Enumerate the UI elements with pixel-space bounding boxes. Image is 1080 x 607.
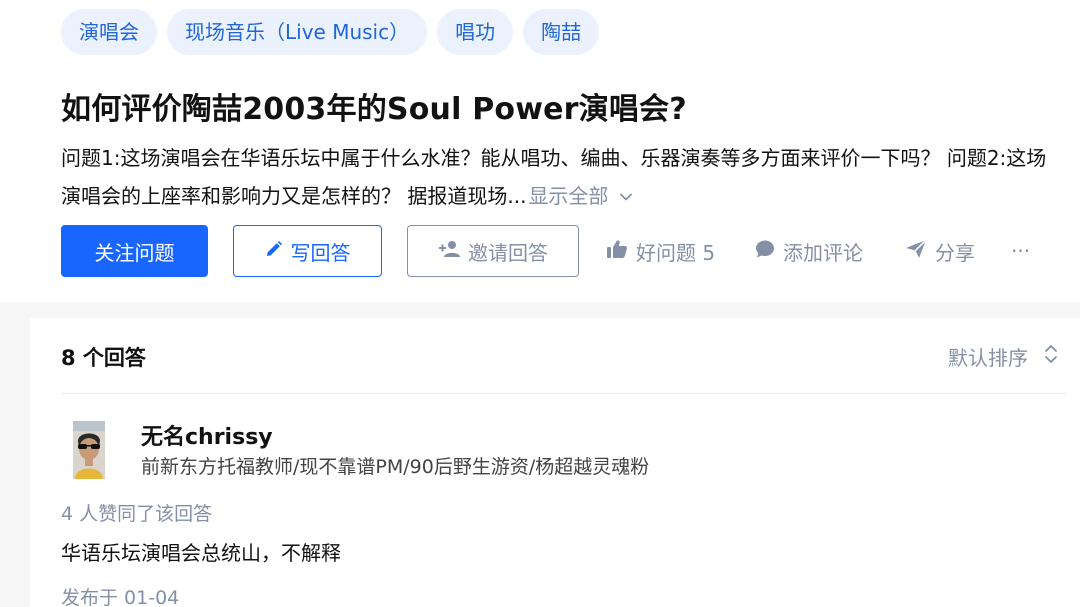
add-comment-label: 添加评论 [783, 240, 863, 265]
pencil-icon [265, 239, 283, 263]
chevron-down-icon [618, 179, 634, 217]
comment-icon [755, 239, 775, 264]
invite-answer-button[interactable]: 邀请回答 [407, 225, 579, 277]
write-answer-label: 写回答 [290, 240, 351, 265]
add-user-icon [438, 239, 460, 263]
topic-tag-live-music[interactable]: 现场音乐（Live Music） [167, 9, 428, 55]
sort-selector[interactable]: 默认排序 [948, 342, 1058, 371]
share-icon [905, 238, 927, 264]
show-all-button[interactable]: 显示全部 [528, 184, 634, 208]
publish-date[interactable]: 发布于 01-04 [61, 583, 179, 607]
show-all-label: 显示全部 [528, 184, 609, 208]
follow-question-button[interactable]: 关注问题 [61, 225, 208, 277]
more-dots-icon: ··· [1011, 239, 1031, 263]
share-button[interactable]: 分享 [905, 225, 975, 277]
topic-tags: 演唱会 现场音乐（Live Music） 唱功 陶喆 [61, 9, 600, 55]
question-actions: 关注问题 写回答 邀请回答 好问题 5 添加评论 分享 ··· [61, 225, 1061, 277]
good-question-label: 好问题 5 [636, 240, 716, 265]
more-options-button[interactable]: ··· [1011, 225, 1030, 277]
sort-arrows-icon [1044, 343, 1058, 370]
follow-question-label: 关注问题 [94, 240, 175, 265]
topic-tag-david-tao[interactable]: 陶喆 [523, 9, 600, 55]
question-detail: 问题1:这场演唱会在华语乐坛中属于什么水准？能从唱功、编曲、乐器演奏等多方面来评… [61, 139, 1051, 217]
sort-label: 默认排序 [948, 346, 1028, 370]
author-name[interactable]: 无名chrissy [141, 419, 273, 451]
question-title[interactable]: 如何评价陶喆2003年的Soul Power演唱会? [61, 84, 687, 128]
add-comment-button[interactable]: 添加评论 [755, 225, 863, 277]
avatar[interactable] [73, 421, 105, 479]
answer-content[interactable]: 华语乐坛演唱会总统山，不解释 [61, 537, 341, 566]
divider [61, 393, 1066, 394]
topic-tag-concert[interactable]: 演唱会 [61, 9, 157, 55]
author-bio: 前新东方托福教师/现不靠谱PM/90后野生游资/杨超越灵魂粉 [141, 456, 650, 478]
thumbs-up-icon [606, 239, 628, 264]
share-label: 分享 [935, 240, 975, 265]
topic-tag-vocals[interactable]: 唱功 [437, 9, 514, 55]
write-answer-button[interactable]: 写回答 [233, 225, 382, 277]
vote-count: 4 人赞同了该回答 [61, 503, 213, 525]
invite-answer-label: 邀请回答 [468, 240, 548, 265]
answers-list: 8 个回答 默认排序 无名chrissy 前新东方托福教师/现不靠谱PM/90后… [30, 318, 1080, 607]
good-question-button[interactable]: 好问题 5 [606, 225, 715, 277]
answer-count: 8 个回答 [61, 346, 146, 370]
question-header: 演唱会 现场音乐（Live Music） 唱功 陶喆 如何评价陶喆2003年的S… [0, 0, 1080, 302]
